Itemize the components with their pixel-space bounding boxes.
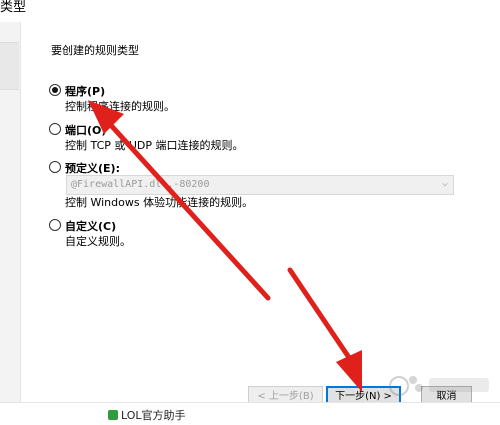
program-label[interactable]: 程序(P) [65, 83, 105, 99]
predefined-label[interactable]: 预定义(E): [65, 160, 120, 176]
taskbar-item[interactable]: LOL官方助手 [108, 407, 186, 423]
taskbar-item-label: LOL官方助手 [121, 409, 186, 422]
custom-radio[interactable] [49, 219, 61, 231]
taskbar: LOL官方助手 [0, 402, 500, 425]
port-radio[interactable] [49, 123, 61, 135]
port-label[interactable]: 端口(O) [65, 122, 106, 138]
watermark-logo [385, 368, 495, 404]
predefined-radio[interactable] [49, 161, 61, 173]
predefined-description: 控制 Windows 体验功能连接的规则。 [65, 196, 254, 209]
steps-pane [0, 22, 21, 402]
steps-pane-selected-item[interactable] [0, 42, 19, 90]
rule-type-prompt: 要创建的规则类型 [51, 44, 139, 57]
program-radio[interactable] [49, 84, 61, 96]
predefined-rule-value: @FirewallAPI.dll,-80200 [71, 179, 210, 190]
app-icon [108, 410, 118, 420]
window-titlebar: 类型 [0, 0, 500, 22]
chevron-down-icon[interactable]: ⌵ [442, 178, 448, 189]
program-description: 控制程序连接的规则。 [65, 100, 175, 113]
predefined-rule-dropdown[interactable]: @FirewallAPI.dll,-80200 ⌵ [66, 175, 454, 195]
watermark-graphic [389, 376, 489, 396]
custom-description: 自定义规则。 [65, 235, 131, 248]
window-title: 类型 [0, 0, 27, 15]
port-description: 控制 TCP 或 UDP 端口连接的规则。 [65, 139, 244, 152]
wizard-content: 要创建的规则类型 程序(P) 控制程序连接的规则。 端口(O) 控制 TCP 或… [21, 22, 500, 406]
custom-label[interactable]: 自定义(C) [65, 218, 116, 234]
